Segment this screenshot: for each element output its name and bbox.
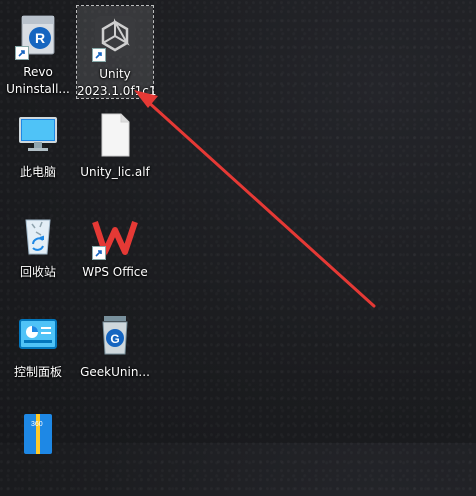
annotation-arrow-line (144, 98, 376, 308)
annotation-arrow-head (134, 90, 158, 108)
annotation-arrow (134, 90, 376, 308)
